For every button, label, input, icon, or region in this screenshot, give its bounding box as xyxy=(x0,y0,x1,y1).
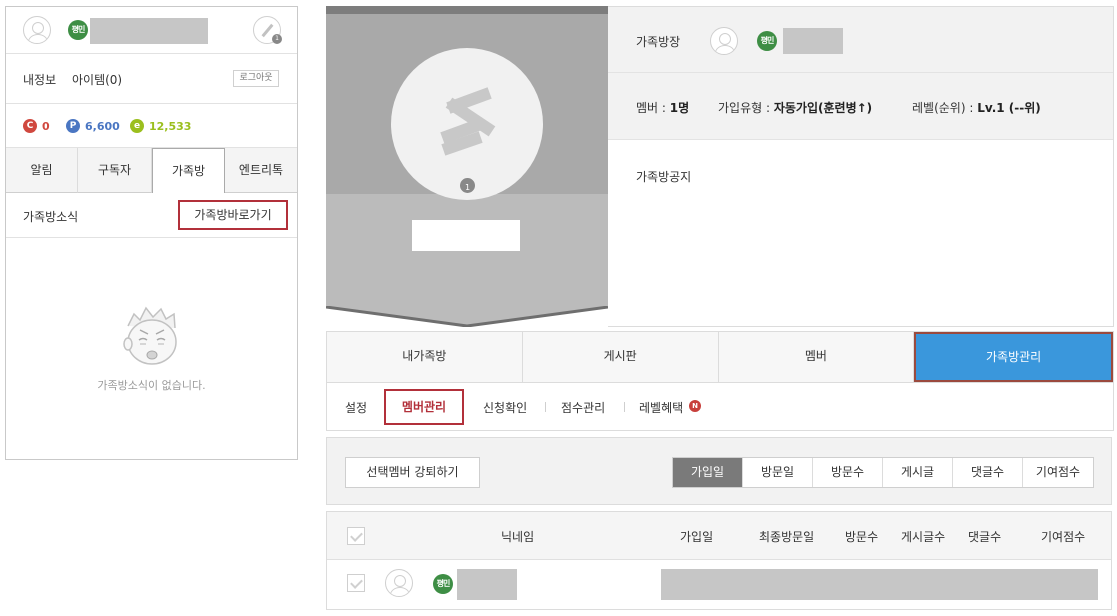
member-table: 닉네임 가입일 최종방문일 방문수 게시글수 댓글수 기여점수 평민 xyxy=(326,511,1112,610)
family-level-badge: 1 xyxy=(458,176,477,195)
family-info: 가족방장 평민 멤버 : 1명 가입유형 : 자동가입(훈련병↑) 레벨(순위)… xyxy=(608,6,1114,327)
col-contribution: 기여점수 xyxy=(1041,530,1086,544)
tab-board[interactable]: 게시판 xyxy=(523,332,719,382)
tab-subscribers[interactable]: 구독자 xyxy=(78,148,152,193)
sub-level-benefit[interactable]: 레벨혜택 xyxy=(639,399,683,416)
member-rank-badge: 평민 xyxy=(433,574,453,594)
banner-top-band xyxy=(326,6,608,14)
tab-notifications[interactable]: 알림 xyxy=(6,148,78,193)
member-value: 1명 xyxy=(669,101,690,115)
family-banner: 1 xyxy=(326,6,608,327)
user-panel: 평민 1 내정보 아이템(0) 로그아웃 C 0 P 6,600 e 12,53… xyxy=(5,6,298,460)
family-news-title: 가족방소식 xyxy=(23,210,79,224)
col-post-count: 게시글수 xyxy=(901,530,946,544)
p-value: 6,600 xyxy=(85,119,120,133)
tab-members[interactable]: 멤버 xyxy=(719,332,915,382)
sort-posts[interactable]: 게시글 xyxy=(883,458,953,487)
family-logo-icon[interactable]: 1 xyxy=(253,16,282,44)
member-avatar-icon[interactable] xyxy=(385,569,413,597)
cash-points: C 0 xyxy=(23,119,50,133)
sort-visit-date[interactable]: 방문일 xyxy=(743,458,813,487)
join-type-value: 자동가입(훈련병↑) xyxy=(773,101,873,115)
level-value: Lv.1 (--위) xyxy=(977,101,1041,115)
level-label: 레벨(순위) : xyxy=(912,101,978,115)
redacted-member-name xyxy=(457,569,517,600)
tab-family-manage[interactable]: 가족방관리 xyxy=(914,332,1113,382)
c-coin-icon: C xyxy=(23,119,37,133)
p-coin-icon: P xyxy=(66,119,80,133)
sort-join-date[interactable]: 가입일 xyxy=(673,458,743,487)
stats-row: 멤버 : 1명 가입유형 : 자동가입(훈련병↑) 레벨(순위) : Lv.1 … xyxy=(608,73,1113,140)
redacted-username xyxy=(90,18,208,44)
owner-avatar-icon[interactable] xyxy=(710,27,738,55)
rank-badge: 평민 xyxy=(68,20,88,40)
e-value: 12,533 xyxy=(149,119,192,133)
owner-label: 가족방장 xyxy=(636,35,681,49)
cash-value: 0 xyxy=(42,119,50,133)
sub-divider xyxy=(545,402,546,412)
sub-settings[interactable]: 설정 xyxy=(345,399,367,416)
empty-message: 가족방소식이 없습니다. xyxy=(97,379,206,392)
notice-label: 가족방공지 xyxy=(636,170,692,184)
points-bar: C 0 P 6,600 e 12,533 xyxy=(6,104,297,148)
tab-entry-talk[interactable]: 엔트리톡 xyxy=(225,148,297,193)
sort-contribution[interactable]: 기여점수 xyxy=(1023,458,1093,487)
panel-tabs: 알림 구독자 가족방 엔트리톡 xyxy=(6,148,297,193)
col-visit-count: 방문수 xyxy=(845,530,879,544)
join-type: 가입유형 : 자동가입(훈련병↑) xyxy=(718,99,872,116)
sub-member-manage[interactable]: 멤버관리 xyxy=(384,389,464,425)
select-all-checkbox[interactable] xyxy=(347,527,365,545)
tab-family-room[interactable]: 가족방 xyxy=(152,148,225,193)
col-last-visit: 최종방문일 xyxy=(759,530,815,544)
user-avatar-icon[interactable] xyxy=(23,16,51,44)
banner-pennant-shape xyxy=(326,306,608,327)
empty-face-icon xyxy=(123,306,177,365)
kick-selected-members-button[interactable]: 선택멤버 강퇴하기 xyxy=(345,457,480,488)
logout-button[interactable]: 로그아웃 xyxy=(233,70,279,87)
member-toolbar: 선택멤버 강퇴하기 가입일 방문일 방문수 게시글 댓글수 기여점수 xyxy=(326,437,1112,505)
member-count: 멤버 : 1명 xyxy=(636,99,689,116)
new-badge-icon: N xyxy=(689,400,701,412)
sort-comments[interactable]: 댓글수 xyxy=(953,458,1023,487)
sort-visit-count[interactable]: 방문수 xyxy=(813,458,883,487)
sub-divider xyxy=(624,402,625,412)
user-menu: 내정보 아이템(0) 로그아웃 xyxy=(6,54,297,104)
redacted-family-name xyxy=(412,220,520,251)
col-comment-count: 댓글수 xyxy=(968,530,1002,544)
join-type-label: 가입유형 : xyxy=(718,101,774,115)
row-checkbox[interactable] xyxy=(347,574,365,592)
family-level: 레벨(순위) : Lv.1 (--위) xyxy=(912,99,1041,116)
table-header: 닉네임 가입일 최종방문일 방문수 게시글수 댓글수 기여점수 xyxy=(327,512,1111,560)
tab-my-family[interactable]: 내가족방 xyxy=(327,332,523,382)
owner-rank-badge: 평민 xyxy=(757,31,777,51)
family-main-tabs: 내가족방 게시판 멤버 가족방관리 xyxy=(326,331,1114,383)
go-to-family-room-button[interactable]: 가족방바로가기 xyxy=(178,200,288,230)
col-join-date: 가입일 xyxy=(680,530,714,544)
member-label: 멤버 : xyxy=(636,101,670,115)
user-header: 평민 1 xyxy=(6,7,297,54)
redacted-member-stats xyxy=(661,569,1098,600)
e-points: e 12,533 xyxy=(130,119,191,133)
owner-row: 가족방장 평민 xyxy=(608,7,1113,73)
family-level-icon: 1 xyxy=(272,34,282,44)
e-coin-icon: e xyxy=(130,119,144,133)
family-news-header: 가족방소식 가족방바로가기 xyxy=(6,193,297,238)
col-nickname: 닉네임 xyxy=(501,530,535,544)
sort-options: 가입일 방문일 방문수 게시글 댓글수 기여점수 xyxy=(672,457,1094,488)
table-row: 평민 xyxy=(327,560,1111,609)
redacted-owner-name xyxy=(783,28,843,54)
my-info-link[interactable]: 내정보 xyxy=(23,71,56,88)
sub-apply-check[interactable]: 신청확인 xyxy=(483,399,527,416)
sub-score-manage[interactable]: 점수관리 xyxy=(561,399,605,416)
items-link[interactable]: 아이템(0) xyxy=(72,71,122,88)
manage-sub-menu: 설정 멤버관리 신청확인 점수관리 레벨혜택 N xyxy=(326,383,1114,431)
p-points: P 6,600 xyxy=(66,119,120,133)
